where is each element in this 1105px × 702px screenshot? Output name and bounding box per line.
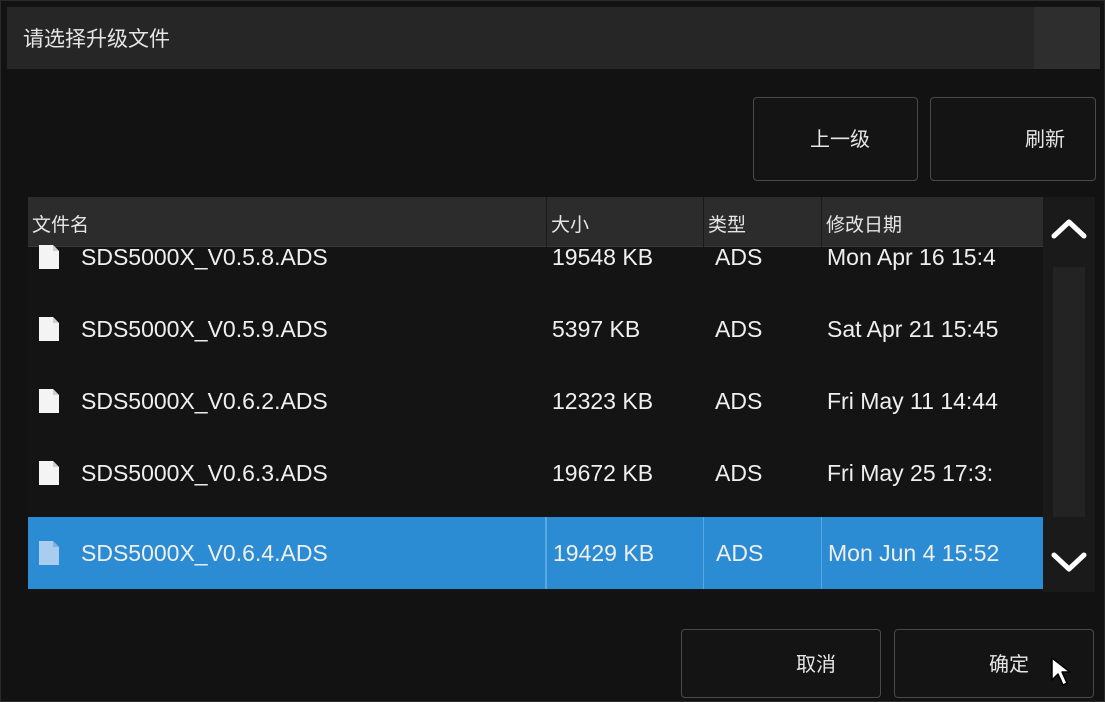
file-size: 5397 KB bbox=[552, 315, 641, 342]
file-list-scrollbar[interactable] bbox=[1043, 197, 1095, 592]
file-type: ADS bbox=[715, 243, 763, 270]
file-size: 19429 KB bbox=[546, 517, 703, 589]
close-button[interactable] bbox=[1034, 7, 1100, 69]
file-name: SDS5000X_V0.6.2.ADS bbox=[81, 387, 328, 414]
file-type: ADS bbox=[715, 315, 763, 342]
refresh-button[interactable]: 刷新 bbox=[930, 97, 1096, 181]
file-size: 12323 KB bbox=[552, 387, 654, 414]
file-type: ADS bbox=[703, 517, 821, 589]
file-type: ADS bbox=[715, 387, 763, 414]
file-icon bbox=[39, 541, 59, 565]
dialog-titlebar: 请选择升级文件 bbox=[7, 7, 1100, 69]
chevron-up-icon bbox=[1051, 219, 1087, 239]
file-modified: Fri May 25 17:3: bbox=[827, 459, 994, 486]
dialog-title: 请选择升级文件 bbox=[23, 27, 170, 51]
file-row[interactable]: SDS5000X_V0.6.2.ADS 12323 KB ADS Fri May… bbox=[28, 365, 1043, 437]
file-name: SDS5000X_V0.6.4.ADS bbox=[81, 539, 328, 566]
file-size: 19548 KB bbox=[552, 243, 654, 270]
file-icon bbox=[39, 317, 59, 341]
upgrade-file-dialog: 请选择升级文件 上一级 刷新 文件名 大小 类型 修改日期 SDS5000X_V… bbox=[0, 0, 1105, 702]
file-modified: Mon Apr 16 15:4 bbox=[827, 243, 996, 270]
file-name-cell: SDS5000X_V0.5.9.ADS bbox=[28, 293, 546, 365]
mouse-pointer-icon bbox=[1051, 657, 1071, 686]
file-icon bbox=[39, 461, 59, 485]
scroll-up-button[interactable] bbox=[1043, 203, 1095, 253]
file-name-cell: SDS5000X_V0.5.8.ADS bbox=[28, 221, 546, 293]
scroll-down-button[interactable] bbox=[1043, 537, 1095, 587]
file-name: SDS5000X_V0.6.3.ADS bbox=[81, 459, 328, 486]
file-name: SDS5000X_V0.5.8.ADS bbox=[81, 243, 328, 270]
file-list[interactable]: 文件名 大小 类型 修改日期 SDS5000X_V0.5.8.ADS 19548… bbox=[28, 197, 1043, 592]
file-modified: Mon Jun 4 15:52 bbox=[821, 517, 1043, 589]
file-name-cell: SDS5000X_V0.6.3.ADS bbox=[28, 437, 546, 509]
scroll-thumb[interactable] bbox=[1053, 267, 1085, 517]
file-row[interactable]: SDS5000X_V0.6.3.ADS 19672 KB ADS Fri May… bbox=[28, 437, 1043, 509]
file-name: SDS5000X_V0.5.9.ADS bbox=[81, 315, 328, 342]
cancel-button[interactable]: 取消 bbox=[681, 629, 881, 698]
file-name-cell: SDS5000X_V0.6.4.ADS bbox=[28, 517, 546, 589]
file-row-selected[interactable]: SDS5000X_V0.6.4.ADS 19429 KB ADS Mon Jun… bbox=[28, 517, 1043, 589]
file-type: ADS bbox=[715, 459, 763, 486]
file-name-cell: SDS5000X_V0.6.2.ADS bbox=[28, 365, 546, 437]
file-icon bbox=[39, 389, 59, 413]
file-modified: Sat Apr 21 15:45 bbox=[827, 315, 999, 342]
file-modified: Fri May 11 14:44 bbox=[827, 387, 998, 414]
chevron-down-icon bbox=[1051, 552, 1087, 572]
parent-folder-button[interactable]: 上一级 bbox=[753, 97, 918, 181]
file-size: 19672 KB bbox=[552, 459, 654, 486]
file-row[interactable]: SDS5000X_V0.5.9.ADS 5397 KB ADS Sat Apr … bbox=[28, 293, 1043, 365]
file-icon bbox=[39, 245, 59, 269]
file-row[interactable]: SDS5000X_V0.5.8.ADS 19548 KB ADS Mon Apr… bbox=[28, 221, 1043, 293]
